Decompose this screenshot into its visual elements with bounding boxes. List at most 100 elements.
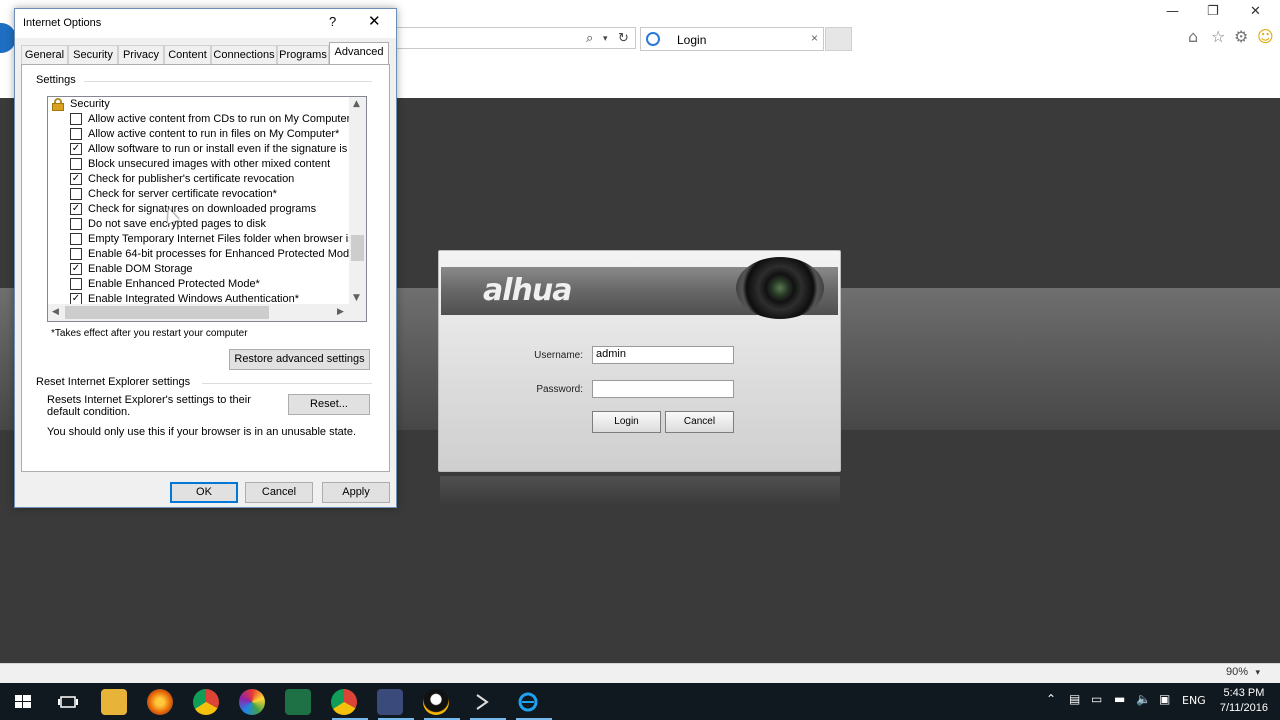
login-panel: alhua Username: admin Password: Login Ca… bbox=[438, 250, 841, 472]
setting-checkbox[interactable] bbox=[70, 113, 82, 125]
apply-button[interactable]: Apply bbox=[322, 482, 390, 503]
horizontal-scroll-thumb[interactable] bbox=[65, 306, 269, 319]
minimize-button[interactable]: — bbox=[1166, 4, 1179, 19]
system-clock[interactable]: 5:43 PM 7/11/2016 bbox=[1220, 686, 1268, 716]
refresh-icon[interactable]: ↻ bbox=[618, 31, 629, 46]
login-button[interactable]: Login bbox=[592, 411, 661, 433]
tab-programs[interactable]: Programs bbox=[277, 45, 329, 64]
tab-privacy[interactable]: Privacy bbox=[118, 45, 164, 64]
file-explorer-icon[interactable] bbox=[101, 689, 127, 715]
status-bar: 90% ▾ bbox=[0, 663, 1280, 683]
firefox-icon[interactable] bbox=[147, 689, 173, 715]
setting-label: Check for server certificate revocation* bbox=[88, 188, 277, 200]
tab-general[interactable]: General bbox=[21, 45, 68, 64]
zoom-dropdown-icon[interactable]: ▾ bbox=[1255, 667, 1260, 678]
show-hidden-icons-icon[interactable]: ⌃ bbox=[1046, 692, 1056, 706]
setting-label: Block unsecured images with other mixed … bbox=[88, 158, 331, 170]
smiley-icon[interactable]: ☺ bbox=[1257, 27, 1274, 46]
password-input[interactable] bbox=[592, 380, 734, 398]
setting-label: Enable DOM Storage bbox=[88, 263, 193, 275]
setting-label: Check for publisher's certificate revoca… bbox=[88, 173, 295, 185]
power-icon[interactable]: ▬ bbox=[1114, 692, 1125, 706]
taskbar: ⌃ ▤ ▭ ▬ 🔈 ▣ ENG 5:43 PM 7/11/2016 bbox=[0, 683, 1280, 720]
volume-icon[interactable]: 🔈 bbox=[1136, 692, 1151, 706]
username-label: Username: bbox=[534, 350, 583, 361]
tab-security[interactable]: Security bbox=[68, 45, 118, 64]
close-icon[interactable]: ✕ bbox=[368, 12, 381, 30]
task-view-icon[interactable] bbox=[55, 689, 81, 715]
dialog-titlebar[interactable]: Internet Options ? ✕ bbox=[15, 9, 396, 38]
close-window-button[interactable]: ✕ bbox=[1250, 4, 1261, 19]
reset-description: Resets Internet Explorer's settings to t… bbox=[47, 394, 251, 418]
settings-list: Security Allow active content from CDs to… bbox=[48, 97, 351, 306]
gear-icon[interactable]: ⚙ bbox=[1234, 27, 1248, 46]
setting-checkbox[interactable]: ✓ bbox=[70, 203, 82, 215]
settings-tree[interactable]: Security Allow active content from CDs to… bbox=[47, 96, 367, 322]
tree-category-label: Security bbox=[70, 98, 110, 110]
vertical-scrollbar[interactable]: ▲ ▼ bbox=[349, 97, 366, 306]
setting-checkbox[interactable] bbox=[70, 248, 82, 260]
start-icon[interactable] bbox=[10, 689, 36, 715]
chrome-icon[interactable] bbox=[193, 689, 219, 715]
restore-advanced-button[interactable]: Restore advanced settings bbox=[229, 349, 370, 370]
action-center-icon[interactable]: ▣ bbox=[1159, 692, 1170, 706]
tab-content[interactable]: Content bbox=[164, 45, 211, 64]
horizontal-scrollbar[interactable]: ◀ ▶ bbox=[48, 304, 351, 321]
search-icon[interactable]: ⌕ bbox=[586, 31, 593, 46]
reset-button[interactable]: Reset... bbox=[288, 394, 370, 415]
tab-login[interactable]: Login × bbox=[640, 27, 824, 51]
zoom-level[interactable]: 90% bbox=[1226, 666, 1248, 678]
clock-time: 5:43 PM bbox=[1223, 687, 1265, 699]
setting-checkbox[interactable] bbox=[70, 188, 82, 200]
setting-checkbox[interactable] bbox=[70, 278, 82, 290]
setting-checkbox[interactable]: ✓ bbox=[70, 263, 82, 275]
setting-checkbox[interactable]: ✓ bbox=[70, 143, 82, 155]
help-icon[interactable]: ? bbox=[329, 14, 336, 29]
tray-app-icon[interactable]: ▤ bbox=[1069, 692, 1080, 706]
chrome-alt-icon[interactable] bbox=[331, 689, 357, 715]
restart-note: *Takes effect after you restart your com… bbox=[51, 328, 248, 339]
tab-label: Login bbox=[677, 33, 707, 47]
star-icon[interactable]: ☆ bbox=[1211, 27, 1225, 46]
setting-checkbox[interactable]: ✓ bbox=[70, 173, 82, 185]
ok-button[interactable]: OK bbox=[170, 482, 238, 503]
tab-advanced[interactable]: Advanced bbox=[329, 42, 389, 65]
dialog-title: Internet Options bbox=[23, 17, 102, 29]
brand-logo: alhua bbox=[483, 273, 572, 308]
setting-checkbox[interactable] bbox=[70, 158, 82, 170]
tab-connections[interactable]: Connections bbox=[211, 45, 277, 64]
picasa-icon[interactable] bbox=[239, 689, 265, 715]
tab-close-icon[interactable]: × bbox=[811, 31, 818, 45]
reset-group-label: Reset Internet Explorer settings bbox=[36, 376, 191, 388]
restore-button[interactable]: ❐ bbox=[1207, 4, 1219, 19]
home-icon[interactable]: ⌂ bbox=[1188, 27, 1198, 46]
app2-icon[interactable] bbox=[469, 689, 495, 715]
new-tab-button[interactable] bbox=[825, 27, 852, 51]
scroll-up-icon[interactable]: ▲ bbox=[353, 99, 360, 109]
network-icon[interactable]: ▭ bbox=[1091, 692, 1102, 706]
setting-label: Empty Temporary Internet Files folder wh… bbox=[88, 233, 351, 245]
setting-checkbox[interactable] bbox=[70, 218, 82, 230]
setting-checkbox[interactable] bbox=[70, 128, 82, 140]
group-divider bbox=[84, 81, 372, 82]
cancel-login-button[interactable]: Cancel bbox=[665, 411, 734, 433]
scroll-down-icon[interactable]: ▼ bbox=[353, 293, 360, 303]
reset-warning: You should only use this if your browser… bbox=[47, 426, 356, 438]
language-indicator[interactable]: ENG bbox=[1182, 694, 1206, 707]
setting-label: Enable Enhanced Protected Mode* bbox=[88, 278, 260, 290]
qq-icon[interactable] bbox=[423, 689, 449, 715]
dropdown-icon[interactable]: ▾ bbox=[603, 34, 608, 44]
username-input[interactable]: admin bbox=[592, 346, 734, 364]
cancel-button[interactable]: Cancel bbox=[245, 482, 313, 503]
setting-checkbox[interactable] bbox=[70, 233, 82, 245]
vertical-scroll-thumb[interactable] bbox=[351, 235, 364, 261]
internet-explorer-icon[interactable] bbox=[515, 689, 541, 715]
scroll-left-icon[interactable]: ◀ bbox=[52, 307, 59, 317]
setting-label: Allow active content from CDs to run on … bbox=[88, 113, 351, 125]
setting-label: Allow active content to run in files on … bbox=[88, 128, 340, 140]
app-icon[interactable] bbox=[377, 689, 403, 715]
excel-icon[interactable] bbox=[285, 689, 311, 715]
setting-label: Check for signatures on downloaded progr… bbox=[88, 203, 317, 215]
scroll-right-icon[interactable]: ▶ bbox=[337, 307, 344, 317]
address-bar[interactable]: ⌕ ▾ ↻ bbox=[396, 27, 636, 49]
